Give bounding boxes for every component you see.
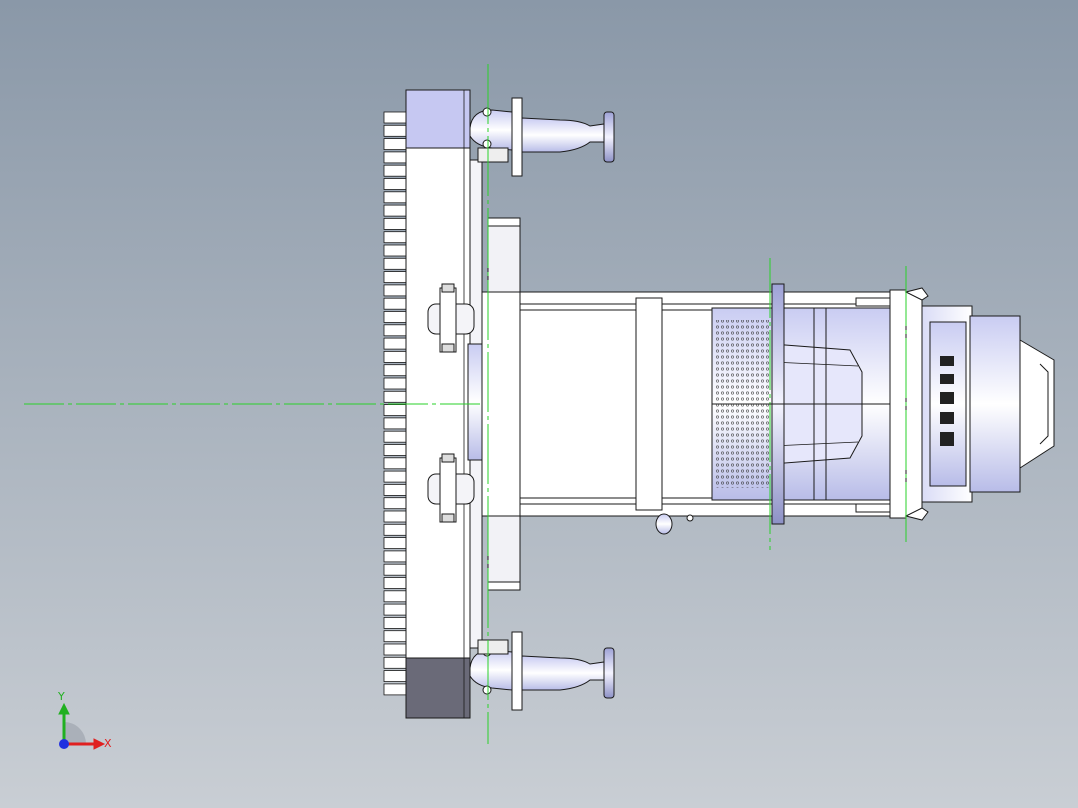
fin xyxy=(383,151,407,164)
head-body xyxy=(969,315,1021,493)
base-plate-top-shade xyxy=(405,89,471,149)
fin xyxy=(383,191,407,204)
fin xyxy=(383,510,407,523)
head-cutter xyxy=(1019,339,1055,469)
top-handwheel-assembly[interactable] xyxy=(469,97,615,177)
fin xyxy=(383,523,407,536)
fin xyxy=(383,364,407,377)
bottom-elbow xyxy=(469,649,513,691)
fin xyxy=(383,470,407,483)
fin xyxy=(383,563,407,576)
fin xyxy=(383,603,407,616)
fin xyxy=(383,404,407,417)
fin xyxy=(383,257,407,270)
bracket-lower-block xyxy=(487,515,521,583)
fin xyxy=(383,617,407,629)
coordinate-triad: Y X xyxy=(57,690,112,750)
fin xyxy=(383,430,407,443)
fin xyxy=(383,297,407,310)
x-axis-label: X xyxy=(104,737,112,750)
fin xyxy=(383,630,407,643)
fin xyxy=(383,138,407,151)
fin xyxy=(383,444,407,456)
fin xyxy=(383,577,407,589)
nozzle-head[interactable] xyxy=(921,305,1055,503)
cylinder-frame[interactable] xyxy=(481,283,929,535)
cooling-fins xyxy=(383,111,407,696)
bottom-bolt-b xyxy=(482,685,492,695)
bottom-valve-body xyxy=(521,655,605,691)
fin xyxy=(383,217,407,230)
mid-clamp-band xyxy=(635,297,663,511)
fin xyxy=(383,244,407,257)
fin xyxy=(383,324,407,337)
y-axis-label: Y xyxy=(57,690,65,703)
fin xyxy=(383,656,407,669)
fin xyxy=(383,164,407,177)
top-flange xyxy=(511,97,523,177)
fin xyxy=(383,231,407,244)
fin xyxy=(383,284,407,297)
bottom-flange xyxy=(511,631,523,711)
fin xyxy=(383,590,407,603)
drain-plug xyxy=(655,513,673,535)
fin xyxy=(383,271,407,284)
front-flange xyxy=(889,289,907,519)
fin xyxy=(383,111,407,124)
fin xyxy=(383,311,407,323)
fin xyxy=(383,670,407,682)
base-plate-bottom-shade xyxy=(405,657,471,719)
cad-viewport[interactable]: Y X xyxy=(0,0,1078,808)
fin xyxy=(383,178,407,190)
fin xyxy=(383,483,407,496)
top-handwheel[interactable] xyxy=(603,111,615,163)
fin xyxy=(383,204,407,217)
top-clamp xyxy=(477,147,509,163)
bracket-upper-block xyxy=(487,225,521,293)
top-bolt-a xyxy=(482,107,492,117)
fin xyxy=(383,417,407,430)
bottom-handwheel-assembly[interactable] xyxy=(469,631,615,711)
bottom-handwheel[interactable] xyxy=(603,647,615,699)
fin xyxy=(383,337,407,350)
fin xyxy=(383,390,407,403)
fin xyxy=(383,124,407,137)
fin xyxy=(383,643,407,656)
top-bolt-b xyxy=(482,139,492,149)
bottom-clamp xyxy=(477,639,509,655)
fin xyxy=(383,683,407,696)
top-valve-body xyxy=(521,117,605,153)
fin xyxy=(383,377,407,390)
fin xyxy=(383,550,407,563)
motor-housing xyxy=(519,309,713,499)
fin xyxy=(383,537,407,549)
fin xyxy=(383,497,407,510)
fin xyxy=(383,457,407,470)
fin xyxy=(383,350,407,363)
